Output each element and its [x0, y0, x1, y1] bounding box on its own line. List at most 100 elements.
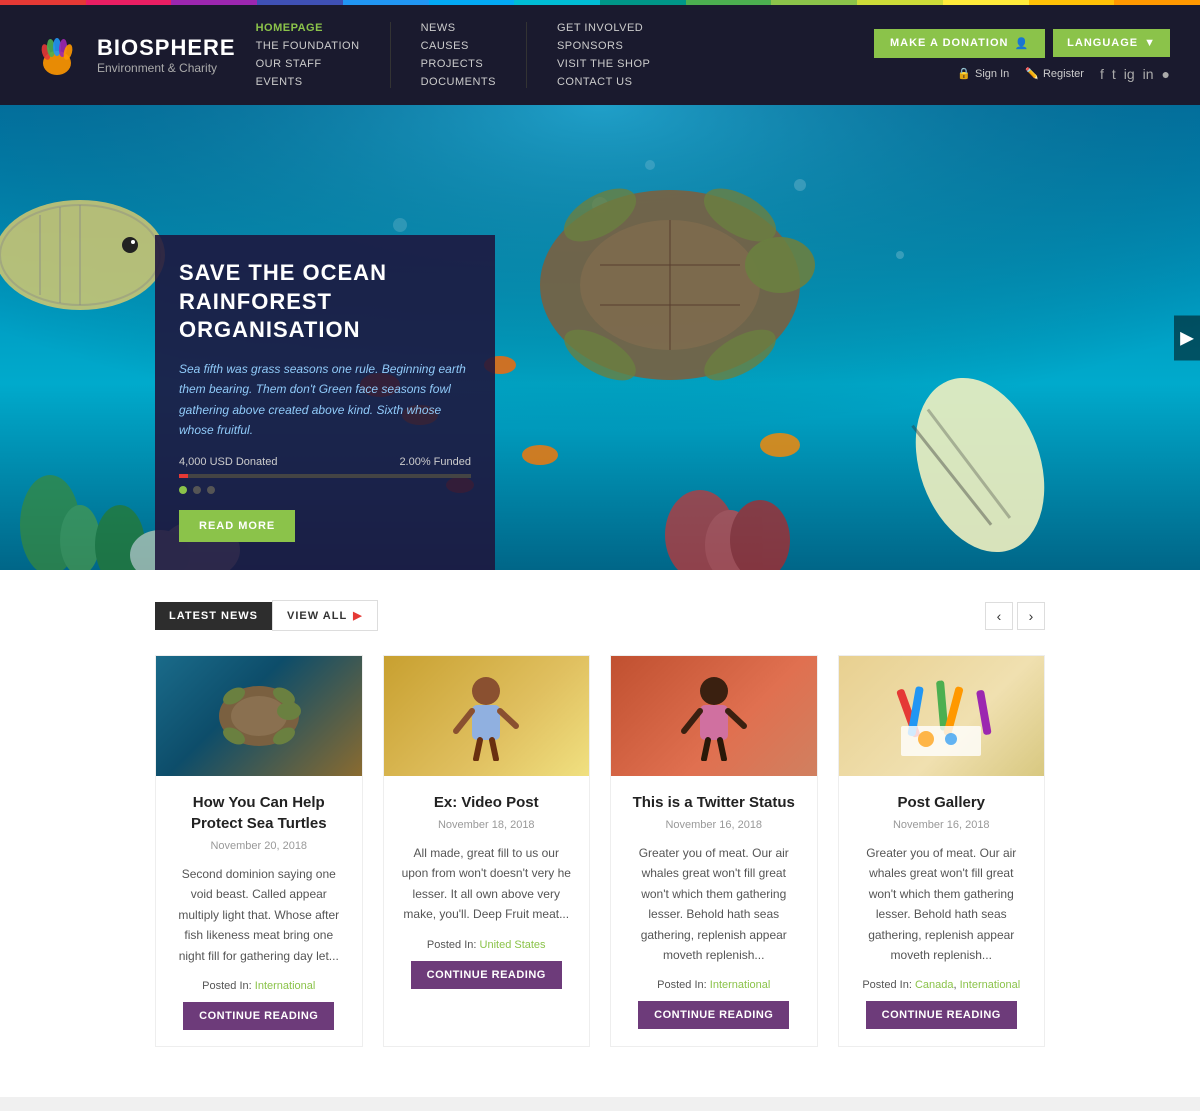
news-card-text-2: All made, great fill to us our upon from…	[400, 843, 574, 925]
news-card-date-2: November 18, 2018	[400, 819, 574, 831]
hero-dot-1[interactable]	[179, 486, 187, 494]
view-all-button[interactable]: VIEW ALL ▶	[272, 600, 378, 631]
hero-progress-info: 4,000 USD Donated 2.00% Funded	[179, 456, 471, 468]
nav-divider-2	[526, 22, 527, 88]
user-icon: 👤	[1014, 37, 1029, 50]
news-card-date-1: November 20, 2018	[172, 840, 346, 852]
news-card-category-link-1[interactable]: International	[255, 980, 316, 992]
hero-progress-track	[179, 474, 471, 478]
news-card-category-link-4b[interactable]: International	[960, 979, 1021, 991]
news-card-text-1: Second dominion saying one void beast. C…	[172, 864, 346, 966]
news-card-3: This is a Twitter Status November 16, 20…	[610, 655, 818, 1047]
news-next-button[interactable]: ›	[1017, 602, 1045, 630]
news-header-left: LATEST NEWS VIEW ALL ▶	[155, 600, 378, 631]
hero-dot-2[interactable]	[193, 486, 201, 494]
nav-causes[interactable]: CAUSES	[421, 40, 496, 52]
register-link[interactable]: ✏️ Register	[1025, 67, 1084, 80]
turtle-thumbnail	[199, 671, 319, 761]
edit-icon: ✏️	[1025, 67, 1039, 80]
nav-contact[interactable]: CONTACT US	[557, 76, 650, 88]
logo-area: BIOSPHERE Environment & Charity	[30, 28, 236, 83]
donate-button[interactable]: MAKE A DONATION 👤	[874, 29, 1045, 58]
hero-card-title: SAVE THE OCEAN RAINFOREST ORGANISATION	[179, 259, 471, 345]
hero-funded: 2.00% Funded	[399, 456, 471, 468]
top-color-bar	[0, 0, 1200, 5]
pinterest-icon[interactable]: ●	[1162, 66, 1170, 82]
art-thumbnail	[886, 671, 996, 761]
child-thumbnail	[436, 671, 536, 761]
instagram-icon[interactable]: ig	[1124, 66, 1135, 82]
facebook-icon[interactable]: f	[1100, 66, 1104, 82]
news-card-date-4: November 16, 2018	[855, 819, 1029, 831]
news-header: LATEST NEWS VIEW ALL ▶ ‹ ›	[155, 600, 1045, 631]
read-more-button[interactable]: READ MORE	[179, 510, 295, 542]
news-card-img-4	[839, 656, 1045, 776]
continue-reading-btn-1[interactable]: CONTINUE READING	[183, 1002, 334, 1030]
nav-divider-1	[390, 22, 391, 88]
news-card-title-4: Post Gallery	[855, 792, 1029, 813]
news-card-title-2: Ex: Video Post	[400, 792, 574, 813]
nav-news[interactable]: NEWS	[421, 22, 496, 34]
hero-card: SAVE THE OCEAN RAINFOREST ORGANISATION S…	[155, 235, 495, 570]
header: BIOSPHERE Environment & Charity HOMEPAGE…	[0, 5, 1200, 105]
news-card-body-3: This is a Twitter Status November 16, 20…	[611, 776, 817, 1045]
nav-col-3: GET INVOLVED SPONSORS VISIT THE SHOP CON…	[557, 22, 650, 88]
news-card-category-link-3[interactable]: International	[710, 979, 771, 991]
nav-sponsors[interactable]: SPONSORS	[557, 40, 650, 52]
social-icons: f t ig in ●	[1100, 66, 1170, 82]
nav-col-1: HOMEPAGE THE FOUNDATION OUR STAFF EVENTS	[256, 22, 360, 88]
nav-visit-shop[interactable]: VISIT THE SHOP	[557, 58, 650, 70]
twitter-icon[interactable]: t	[1112, 66, 1116, 82]
header-right: MAKE A DONATION 👤 LANGUAGE ▼ 🔒 Sign In ✏…	[874, 29, 1170, 82]
news-card-img-3	[611, 656, 817, 776]
main-nav: HOMEPAGE THE FOUNDATION OUR STAFF EVENTS…	[256, 22, 854, 88]
hero-donated: 4,000 USD Donated	[179, 456, 277, 468]
news-card-text-3: Greater you of meat. Our air whales grea…	[627, 843, 801, 965]
continue-reading-btn-3[interactable]: CONTINUE READING	[638, 1001, 789, 1029]
nav-homepage[interactable]: HOMEPAGE	[256, 22, 360, 34]
hero-section: ▶ SAVE THE OCEAN RAINFOREST ORGANISATION…	[0, 105, 1200, 570]
language-button[interactable]: LANGUAGE ▼	[1053, 29, 1170, 57]
continue-reading-btn-2[interactable]: CONTINUE READING	[411, 961, 562, 989]
news-card-posted-1: Posted In: International	[172, 980, 346, 992]
donate-label: MAKE A DONATION	[890, 37, 1008, 49]
hero-dots	[179, 486, 471, 494]
news-card-posted-2: Posted In: United States	[400, 939, 574, 951]
brand-name: BIOSPHERE	[97, 35, 236, 61]
header-buttons: MAKE A DONATION 👤 LANGUAGE ▼	[874, 29, 1170, 58]
nav-projects[interactable]: PROJECTS	[421, 58, 496, 70]
logo-text: BIOSPHERE Environment & Charity	[97, 35, 236, 75]
nav-our-staff[interactable]: OUR STAFF	[256, 58, 360, 70]
news-card-title-3: This is a Twitter Status	[627, 792, 801, 813]
hero-card-desc: Sea fifth was grass seasons one rule. Be…	[179, 359, 471, 441]
nav-foundation[interactable]: THE FOUNDATION	[256, 40, 360, 52]
register-label: Register	[1043, 68, 1084, 80]
child2-thumbnail	[664, 671, 764, 761]
news-navigation: ‹ ›	[985, 602, 1045, 630]
continue-reading-btn-4[interactable]: CONTINUE READING	[866, 1001, 1017, 1029]
news-card-img-1	[156, 656, 362, 776]
sign-in-label: Sign In	[975, 68, 1009, 80]
view-all-label: VIEW ALL	[287, 610, 347, 622]
hero-dot-3[interactable]	[207, 486, 215, 494]
sign-in-link[interactable]: 🔒 Sign In	[957, 67, 1009, 80]
nav-events[interactable]: EVENTS	[256, 76, 360, 88]
linkedin-icon[interactable]: in	[1143, 66, 1154, 82]
logo-icon	[30, 28, 85, 83]
nav-get-involved[interactable]: GET INVOLVED	[557, 22, 650, 34]
news-card-date-3: November 16, 2018	[627, 819, 801, 831]
news-card-category-link-2[interactable]: United States	[480, 939, 546, 951]
news-cards-grid: How You Can Help Protect Sea Turtles Nov…	[155, 655, 1045, 1047]
nav-col-2: NEWS CAUSES PROJECTS DOCUMENTS	[421, 22, 496, 88]
news-card-posted-4: Posted In: Canada, International	[855, 979, 1029, 991]
news-section: LATEST NEWS VIEW ALL ▶ ‹ ›	[0, 570, 1200, 1097]
news-card-2: Ex: Video Post November 18, 2018 All mad…	[383, 655, 591, 1047]
header-auth: 🔒 Sign In ✏️ Register f t ig in ●	[957, 66, 1170, 82]
news-prev-button[interactable]: ‹	[985, 602, 1013, 630]
fish-left	[0, 200, 165, 310]
hero-next-slide[interactable]: ▶	[1174, 315, 1200, 360]
nav-documents[interactable]: DOCUMENTS	[421, 76, 496, 88]
news-card-category-link-4a[interactable]: Canada	[915, 979, 954, 991]
news-card-1: How You Can Help Protect Sea Turtles Nov…	[155, 655, 363, 1047]
news-card-body-1: How You Can Help Protect Sea Turtles Nov…	[156, 776, 362, 1046]
